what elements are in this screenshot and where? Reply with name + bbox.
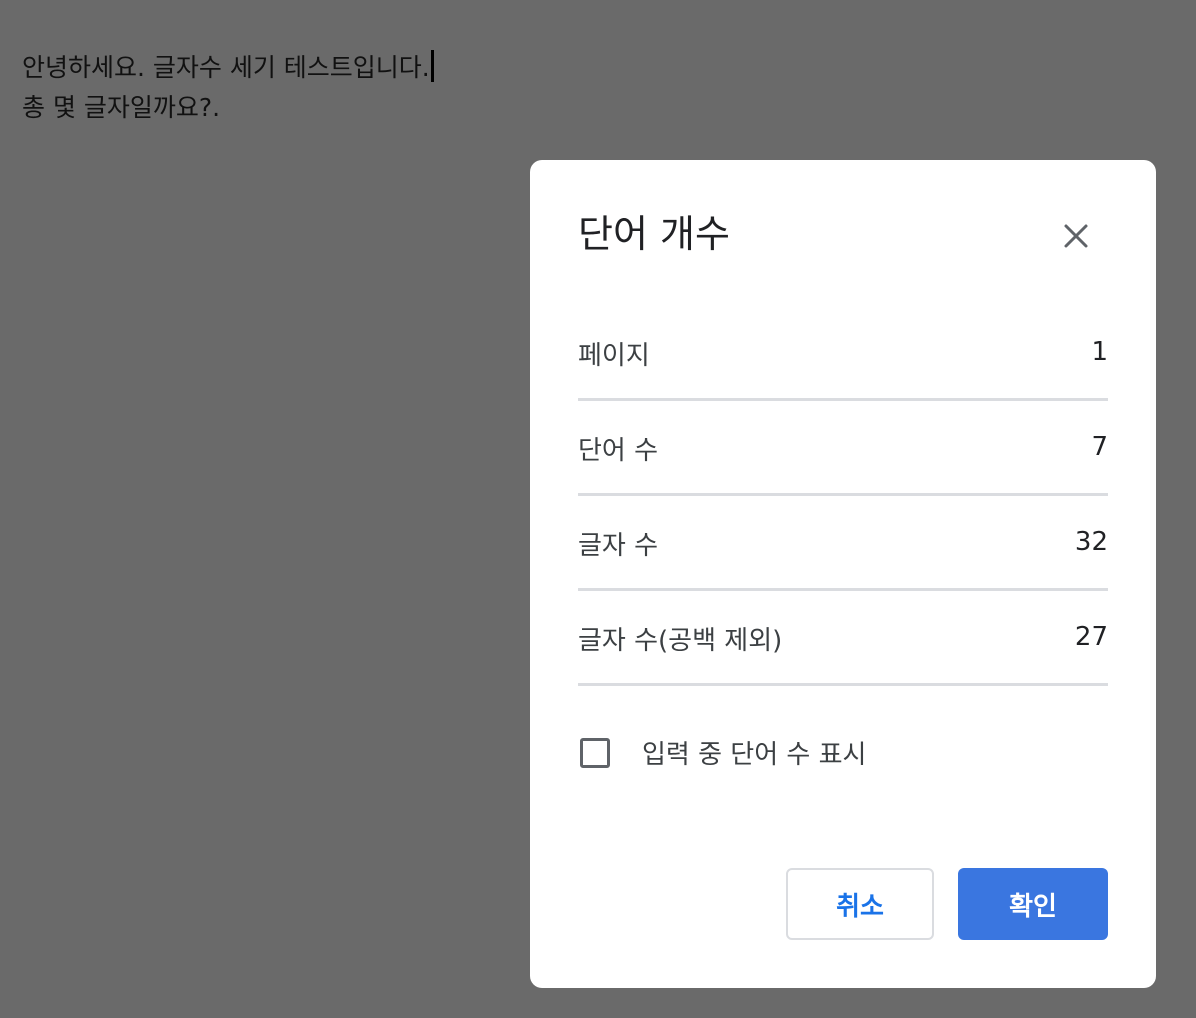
stats-list: 페이지 1 단어 수 7 글자 수 32 글자 수(공백 제외) 27 xyxy=(578,306,1108,686)
ok-button[interactable]: 확인 xyxy=(958,868,1108,940)
close-icon xyxy=(1064,224,1088,248)
document-line-1: 안녕하세요. 글자수 세기 테스트입니다. xyxy=(22,48,434,88)
show-word-count-checkbox[interactable] xyxy=(580,737,610,768)
stat-row-pages: 페이지 1 xyxy=(578,306,1108,401)
stat-label-words: 단어 수 xyxy=(578,435,659,466)
stat-label-characters-no-spaces: 글자 수(공백 제외) xyxy=(578,625,783,656)
document-line-1-text: 안녕하세요. 글자수 세기 테스트입니다. xyxy=(22,53,430,82)
text-caret xyxy=(430,50,434,82)
document-line-2: 총 몇 글자일까요?. xyxy=(22,93,221,122)
stat-value-pages: 1 xyxy=(1091,337,1108,367)
stat-row-characters: 글자 수 32 xyxy=(578,496,1108,591)
stat-value-words: 7 xyxy=(1091,432,1108,462)
cancel-button[interactable]: 취소 xyxy=(786,868,934,940)
show-word-count-option[interactable]: 입력 중 단어 수 표시 xyxy=(580,734,866,771)
stat-label-characters: 글자 수 xyxy=(578,530,659,561)
stat-label-pages: 페이지 xyxy=(578,340,650,371)
stat-row-characters-no-spaces: 글자 수(공백 제외) 27 xyxy=(578,591,1108,686)
stat-row-words: 단어 수 7 xyxy=(578,401,1108,496)
stat-value-characters-no-spaces: 27 xyxy=(1074,622,1108,652)
word-count-dialog: 단어 개수 페이지 1 단어 수 7 글자 수 32 글자 수(공백 제외) 2… xyxy=(530,160,1156,988)
stat-value-characters: 32 xyxy=(1074,527,1108,557)
dialog-title: 단어 개수 xyxy=(578,212,730,256)
document-body[interactable]: 안녕하세요. 글자수 세기 테스트입니다. 총 몇 글자일까요?. xyxy=(22,48,434,128)
show-word-count-label: 입력 중 단어 수 표시 xyxy=(642,740,867,770)
close-button[interactable] xyxy=(1050,210,1102,262)
